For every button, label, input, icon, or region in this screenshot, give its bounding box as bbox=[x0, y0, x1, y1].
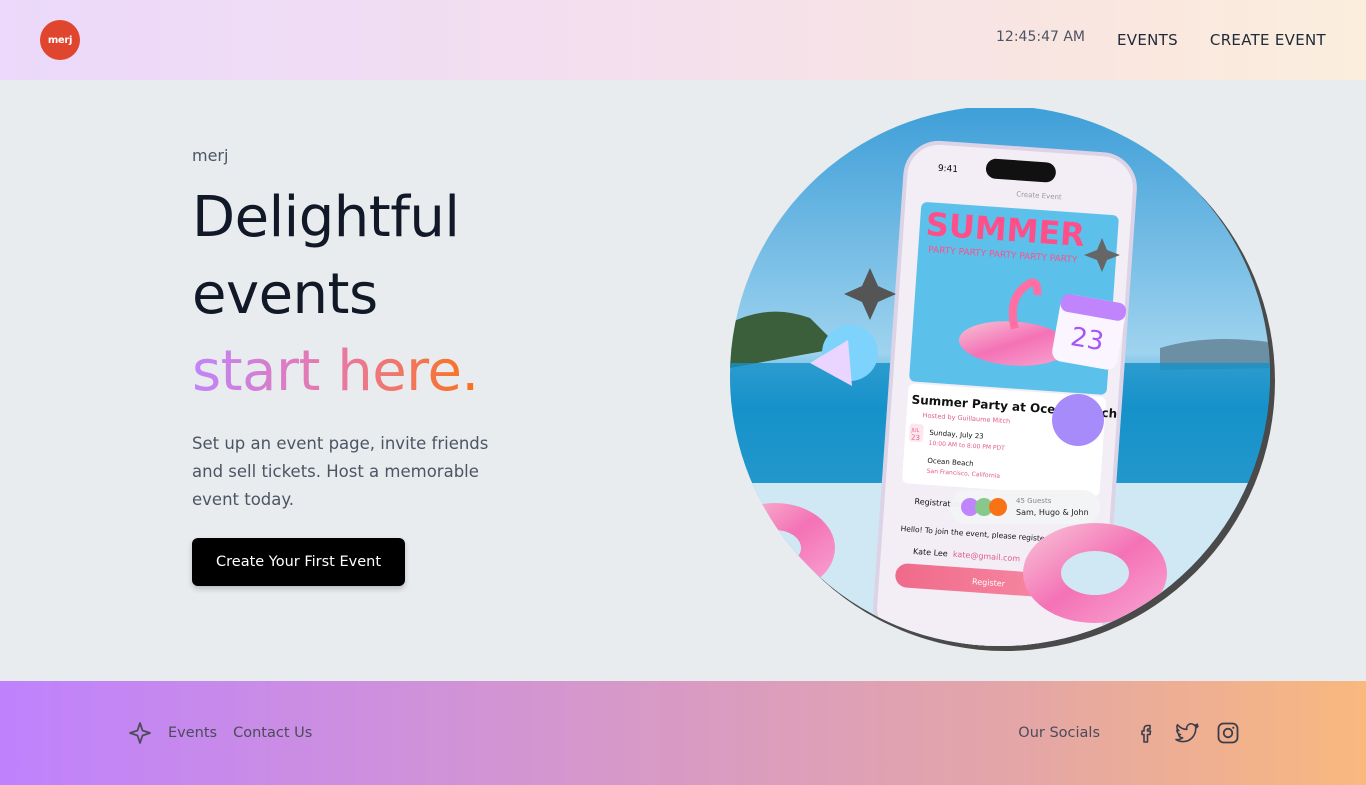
footer-link-contact[interactable]: Contact Us bbox=[233, 725, 312, 741]
phone-time: 9:41 bbox=[937, 164, 958, 175]
footer-socials: Our Socials bbox=[1018, 721, 1240, 745]
calendar-icon: 23 bbox=[1052, 294, 1127, 370]
calendar-day: 23 bbox=[1068, 322, 1106, 357]
logo[interactable]: merj bbox=[40, 20, 80, 60]
hero-section: merj Delightful events start here. Set u… bbox=[192, 146, 552, 586]
socials-label: Our Socials bbox=[1018, 725, 1100, 741]
guests-count: 45 Guests bbox=[1016, 497, 1052, 505]
headline-line-3: start here. bbox=[192, 339, 479, 404]
guests-pill: 45 Guests Sam, Hugo & John bbox=[950, 490, 1100, 524]
hero-headline: Delightful events start here. bbox=[192, 179, 552, 410]
create-first-event-button[interactable]: Create Your First Event bbox=[192, 538, 406, 586]
facebook-icon[interactable] bbox=[1134, 721, 1158, 745]
twitter-icon[interactable] bbox=[1174, 721, 1200, 745]
clock: 12:45:47 AM bbox=[996, 29, 1085, 45]
logo-text: merj bbox=[47, 34, 73, 46]
site-footer: Events Contact Us Our Socials bbox=[0, 681, 1366, 785]
footer-link-events[interactable]: Events bbox=[168, 725, 217, 741]
headline-line-1: Delightful bbox=[192, 185, 460, 250]
headline-line-2: events bbox=[192, 262, 378, 327]
main-nav: 12:45:47 AM EVENTS CREATE EVENT bbox=[996, 29, 1326, 49]
hero-subtext: Set up an event page, invite friends and… bbox=[192, 434, 489, 509]
hero-brand: merj bbox=[192, 146, 229, 165]
hero-image: 9:41 Create Event SUMMER PARTY PARTY PAR… bbox=[730, 108, 1275, 653]
guests-names: Sam, Hugo & John bbox=[1016, 508, 1089, 517]
site-header: merj 12:45:47 AM EVENTS CREATE EVENT bbox=[0, 0, 1366, 80]
globe-icon bbox=[1052, 394, 1104, 446]
nav-create-event[interactable]: CREATE EVENT bbox=[1210, 31, 1326, 49]
date-badge-day: 23 bbox=[911, 434, 920, 443]
footer-nav: Events Contact Us bbox=[128, 721, 328, 745]
sparkle-icon bbox=[128, 721, 152, 745]
nav-events[interactable]: EVENTS bbox=[1117, 31, 1178, 49]
instagram-icon[interactable] bbox=[1216, 721, 1240, 745]
